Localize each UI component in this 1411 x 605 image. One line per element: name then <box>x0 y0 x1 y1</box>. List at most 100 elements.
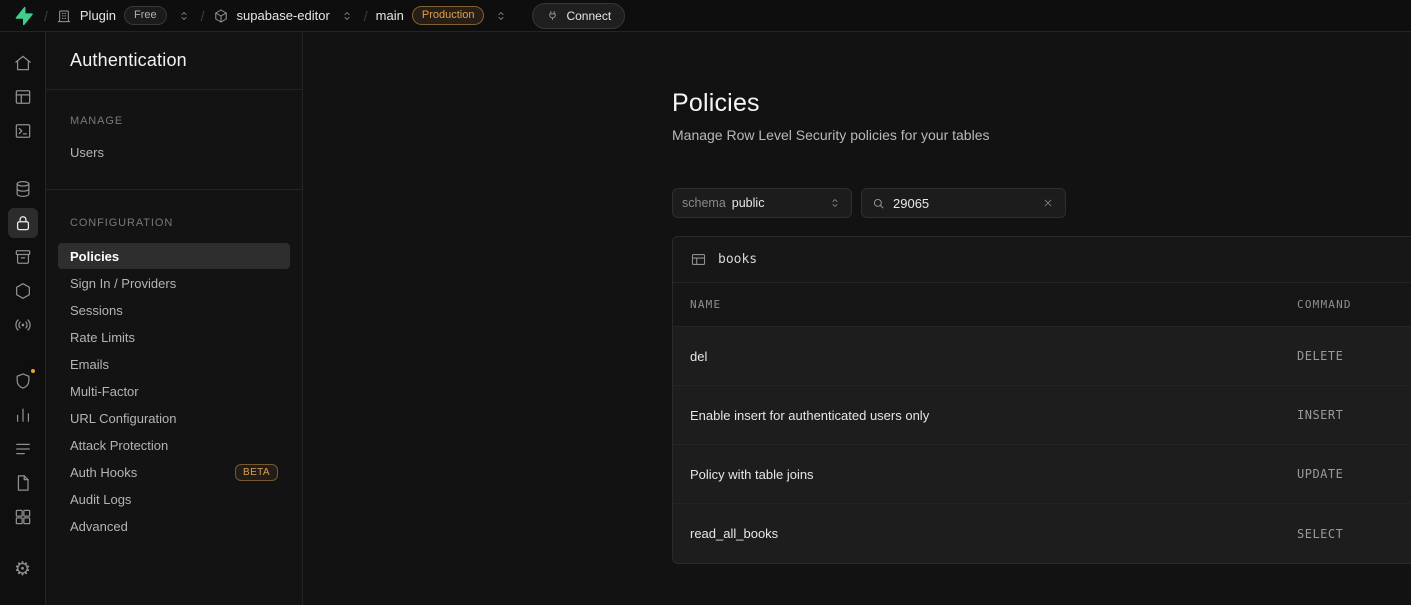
project-icon <box>213 8 229 24</box>
policy-row: read_all_books SELECT <box>673 504 1411 563</box>
sidebar-item-label: Sessions <box>70 303 123 318</box>
policy-name-cell: del <box>690 349 1297 364</box>
sidebar-item-users[interactable]: Users <box>58 139 290 165</box>
sidebar-item-label: Emails <box>70 357 109 372</box>
section-label-manage: MANAGE <box>70 115 278 127</box>
logs-icon[interactable] <box>8 434 38 464</box>
sidebar-item-auth-hooks[interactable]: Auth Hooks BETA <box>58 459 290 485</box>
policy-command-cell: INSERT <box>1297 408 1343 422</box>
breadcrumb-separator: / <box>201 8 205 24</box>
sidebar-item-sign-in-providers[interactable]: Sign In / Providers <box>58 270 290 296</box>
environment-badge: Production <box>412 6 485 25</box>
policy-name-cell: Enable insert for authenticated users on… <box>690 408 1297 423</box>
policy-command-cell: SELECT <box>1297 527 1343 541</box>
connect-button[interactable]: Connect <box>532 3 625 29</box>
sidebar-item-label: Attack Protection <box>70 438 168 453</box>
sidebar-item-policies[interactable]: Policies <box>58 243 290 269</box>
table-name: books <box>718 252 757 267</box>
sidebar-item-audit-logs[interactable]: Audit Logs <box>58 486 290 512</box>
topbar: / Plugin Free / supabase-editor / main P… <box>0 0 1411 32</box>
policy-name-cell: read_all_books <box>690 526 1297 541</box>
sidebar-item-sessions[interactable]: Sessions <box>58 297 290 323</box>
notification-dot <box>29 367 37 375</box>
sidebar-item-multi-factor[interactable]: Multi-Factor <box>58 378 290 404</box>
main-content: Policies Manage Row Level Security polic… <box>303 32 1411 605</box>
sidebar-item-label: Auth Hooks <box>70 465 137 480</box>
search-icon <box>871 196 886 211</box>
search-input[interactable] <box>893 196 1033 211</box>
integrations-icon[interactable] <box>8 502 38 532</box>
sidebar-item-url-configuration[interactable]: URL Configuration <box>58 405 290 431</box>
sidebar-item-rate-limits[interactable]: Rate Limits <box>58 324 290 350</box>
policy-row: Policy with table joins UPDATE <box>673 445 1411 504</box>
policy-command-cell: UPDATE <box>1297 467 1343 481</box>
section-label-configuration: CONFIGURATION <box>70 217 278 229</box>
table-editor-icon[interactable] <box>8 82 38 112</box>
column-header-name: NAME <box>690 298 1297 311</box>
breadcrumb-separator: / <box>44 8 48 24</box>
table-column-headers: NAME COMMAND <box>673 283 1411 327</box>
breadcrumb-org[interactable]: Plugin Free <box>56 6 167 25</box>
schema-select[interactable]: schema public <box>672 188 852 218</box>
beta-badge: BETA <box>235 464 278 481</box>
page-subtitle: Manage Row Level Security policies for y… <box>672 127 1411 143</box>
org-name: Plugin <box>80 8 116 23</box>
schema-select-value: public <box>732 196 765 210</box>
column-header-command: COMMAND <box>1297 298 1352 311</box>
edge-functions-icon[interactable] <box>8 276 38 306</box>
policy-command-cell: DELETE <box>1297 349 1343 363</box>
gear-glyph: ⚙ <box>14 560 31 579</box>
sidebar-item-label: Audit Logs <box>70 492 131 507</box>
sidebar-item-label: Sign In / Providers <box>70 276 176 291</box>
policies-table-card: books NAME COMMAND del DELETE Enable ins… <box>672 236 1411 564</box>
sidebar-divider <box>46 189 302 190</box>
advisors-icon[interactable] <box>8 366 38 396</box>
breadcrumb-project[interactable]: supabase-editor <box>213 8 330 24</box>
sidebar-item-label: URL Configuration <box>70 411 176 426</box>
close-icon <box>1042 197 1054 209</box>
org-switcher-button[interactable] <box>175 7 193 25</box>
chevrons-up-down-icon <box>494 9 508 23</box>
nav-rail: ⚙ <box>0 32 46 605</box>
realtime-icon[interactable] <box>8 310 38 340</box>
filter-bar: schema public <box>672 188 1411 218</box>
project-switcher-button[interactable] <box>338 7 356 25</box>
plan-badge: Free <box>124 6 167 25</box>
policy-row: Enable insert for authenticated users on… <box>673 386 1411 445</box>
chevrons-up-down-icon <box>828 196 842 210</box>
storage-icon[interactable] <box>8 242 38 272</box>
reports-icon[interactable] <box>8 400 38 430</box>
chevrons-up-down-icon <box>177 9 191 23</box>
sidebar-item-advanced[interactable]: Advanced <box>58 513 290 539</box>
settings-icon[interactable]: ⚙ <box>8 554 38 584</box>
sidebar-item-label: Advanced <box>70 519 128 534</box>
supabase-logo[interactable] <box>12 5 34 27</box>
sidebar-item-label: Users <box>70 145 104 160</box>
sidebar-item-label: Policies <box>70 249 119 264</box>
connect-label: Connect <box>566 9 611 23</box>
clear-search-button[interactable] <box>1040 195 1056 211</box>
policy-name-cell: Policy with table joins <box>690 467 1297 482</box>
api-docs-icon[interactable] <box>8 468 38 498</box>
database-icon[interactable] <box>8 174 38 204</box>
sidebar-header: Authentication <box>46 32 302 90</box>
sidebar-item-label: Multi-Factor <box>70 384 139 399</box>
branch-switcher-button[interactable] <box>492 7 510 25</box>
branch-name: main <box>376 8 404 23</box>
plug-icon <box>546 9 559 22</box>
table-card-header: books <box>673 237 1411 283</box>
authentication-icon[interactable] <box>8 208 38 238</box>
policy-row: del DELETE <box>673 327 1411 386</box>
schema-select-label: schema <box>682 196 726 210</box>
chevrons-up-down-icon <box>340 9 354 23</box>
sql-editor-icon[interactable] <box>8 116 38 146</box>
sidebar-item-emails[interactable]: Emails <box>58 351 290 377</box>
sidebar-item-attack-protection[interactable]: Attack Protection <box>58 432 290 458</box>
table-icon <box>690 251 707 268</box>
page-title: Policies <box>672 89 1411 118</box>
breadcrumb-branch[interactable]: main Production <box>376 6 485 25</box>
policy-search <box>861 188 1066 218</box>
home-icon[interactable] <box>8 48 38 78</box>
project-name: supabase-editor <box>237 8 330 23</box>
breadcrumb-separator: / <box>364 8 368 24</box>
